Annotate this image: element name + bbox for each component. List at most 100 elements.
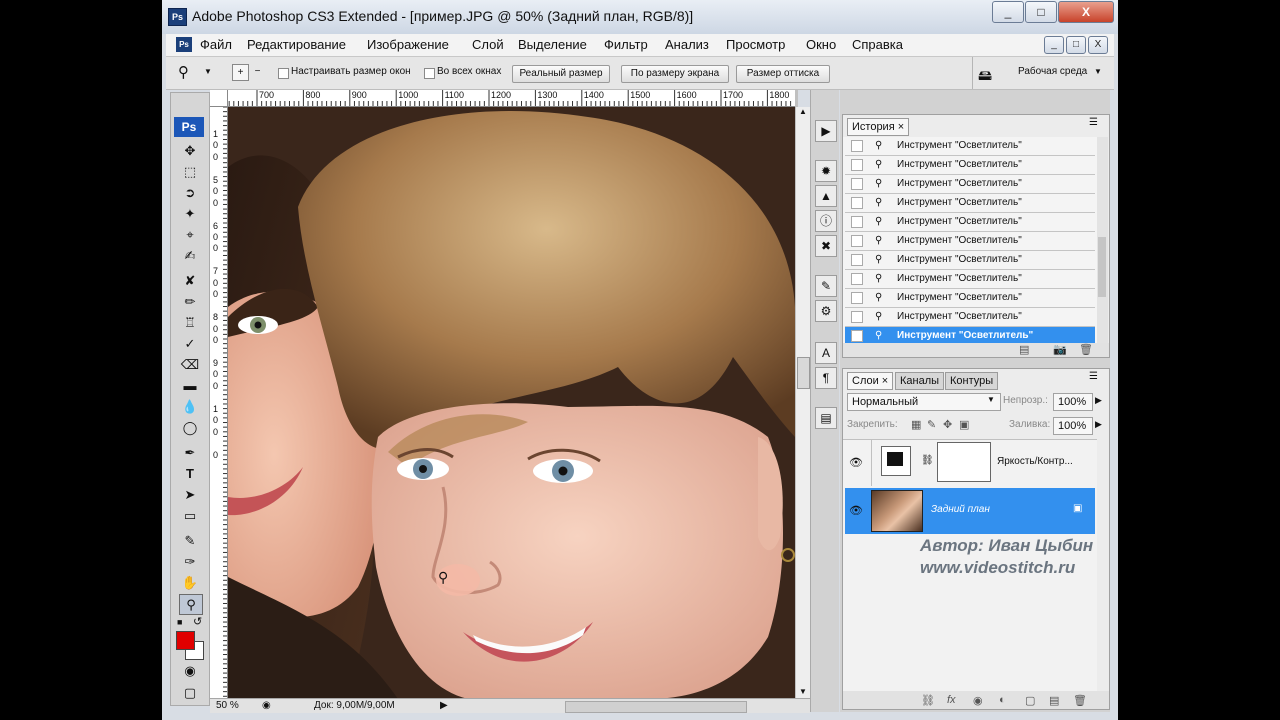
new-document-from-state-icon[interactable]: ▤ — [1019, 343, 1029, 356]
paragraph-panel-icon[interactable]: ¶ — [815, 367, 837, 389]
layer-style-icon[interactable]: fx — [947, 694, 956, 706]
scroll-up-arrow-icon[interactable]: ▲ — [799, 107, 807, 116]
history-brush-source-checkbox[interactable] — [851, 216, 863, 228]
lock-transparent-icon[interactable]: ▦ — [911, 418, 921, 431]
history-brush-source-checkbox[interactable] — [851, 140, 863, 152]
blend-mode-arrow-icon[interactable]: ▼ — [987, 395, 995, 404]
workspace-icon[interactable]: 🖴 — [978, 65, 992, 89]
history-panel-menu-icon[interactable]: ☰ — [1089, 117, 1098, 128]
healing-brush-tool-icon[interactable]: ✘ — [179, 271, 201, 290]
zoom-out-icon[interactable]: − — [250, 64, 265, 79]
horizontal-scroll-thumb[interactable] — [565, 701, 747, 713]
layer-row-brightness-contrast[interactable]: 👁 ⛓ Яркость/Контр... — [845, 440, 1095, 486]
notes-tool-icon[interactable]: ✎ — [179, 531, 201, 550]
layers-panel-menu-icon[interactable]: ☰ — [1089, 371, 1098, 382]
history-brush-source-checkbox[interactable] — [851, 273, 863, 285]
ruler-origin[interactable] — [210, 90, 228, 107]
tab-history[interactable]: История × — [847, 118, 910, 136]
brushes-panel-icon[interactable]: ✎ — [815, 275, 837, 297]
shape-tool-icon[interactable]: ▭ — [179, 506, 201, 525]
swap-colors-icon[interactable]: ↺ — [193, 615, 202, 628]
menu-select[interactable]: Выделение — [518, 37, 587, 52]
all-windows-checkbox[interactable] — [424, 68, 435, 79]
status-menu-arrow-icon[interactable]: ▶ — [440, 700, 448, 711]
history-item[interactable]: ⚲ Инструмент "Осветлитель" — [845, 175, 1095, 194]
history-item[interactable]: ⚲ Инструмент "Осветлитель" — [845, 213, 1095, 232]
menu-analysis[interactable]: Анализ — [665, 37, 709, 52]
history-brush-source-checkbox[interactable] — [851, 235, 863, 247]
new-layer-icon[interactable]: ▤ — [1049, 694, 1059, 707]
zoom-in-icon[interactable]: + — [232, 64, 249, 81]
close-button[interactable]: X — [1058, 1, 1114, 23]
fill-input[interactable]: 100% — [1053, 417, 1093, 435]
character-panel-icon[interactable]: A — [815, 342, 837, 364]
resize-windows-checkbox[interactable] — [278, 68, 289, 79]
scroll-down-arrow-icon[interactable]: ▼ — [799, 687, 807, 696]
menu-filter[interactable]: Фильтр — [604, 37, 648, 52]
doc-minimize-button[interactable]: _ — [1044, 36, 1064, 54]
menu-image[interactable]: Изображение — [367, 37, 449, 52]
fit-screen-button[interactable]: По размеру экрана — [621, 65, 729, 83]
history-brush-source-checkbox[interactable] — [851, 178, 863, 190]
quick-mask-icon[interactable]: ◉ — [179, 661, 201, 680]
history-item[interactable]: ⚲ Инструмент "Осветлитель" — [845, 308, 1095, 327]
history-item[interactable]: ⚲ Инструмент "Осветлитель" — [845, 289, 1095, 308]
eyedropper-tool-icon[interactable]: ✑ — [179, 552, 201, 571]
layer-visibility-eye-icon[interactable]: 👁 — [849, 456, 863, 469]
history-item[interactable]: ⚲ Инструмент "Осветлитель" — [845, 327, 1095, 343]
dodge-tool-icon[interactable]: ◯ — [179, 418, 201, 437]
tab-channels[interactable]: Каналы — [895, 372, 945, 390]
history-item[interactable]: ⚲ Инструмент "Осветлитель" — [845, 251, 1095, 270]
history-item[interactable]: ⚲ Инструмент "Осветлитель" — [845, 137, 1095, 156]
lock-position-icon[interactable]: ✥ — [943, 418, 952, 431]
type-tool-icon[interactable]: T — [179, 464, 201, 483]
tool-presets-panel-icon[interactable]: ✖ — [815, 235, 837, 257]
tab-paths[interactable]: Контуры — [945, 372, 999, 390]
tab-layers[interactable]: Слои × — [847, 372, 894, 390]
history-brush-source-checkbox[interactable] — [851, 254, 863, 266]
lock-all-icon[interactable]: ▣ — [959, 418, 969, 431]
brush-tool-icon[interactable]: ✏ — [179, 292, 201, 311]
vertical-scrollbar[interactable]: ▲ ▼ — [796, 107, 810, 699]
blend-mode-select[interactable]: Нормальный — [847, 393, 1001, 411]
opacity-input[interactable]: 100% — [1053, 393, 1093, 411]
layer-row-background[interactable]: 👁 Задний план ▣ — [845, 488, 1095, 534]
lock-pixels-icon[interactable]: ✎ — [927, 418, 936, 431]
menu-help[interactable]: Справка — [852, 37, 903, 52]
tool-preset-arrow-icon[interactable]: ▼ — [204, 67, 212, 76]
opacity-arrow-icon[interactable]: ▶ — [1095, 395, 1102, 406]
blur-tool-icon[interactable]: 💧 — [179, 397, 201, 416]
delete-state-icon[interactable]: 🗑 — [1079, 343, 1093, 356]
history-item[interactable]: ⚲ Инструмент "Осветлитель" — [845, 194, 1095, 213]
fill-arrow-icon[interactable]: ▶ — [1095, 419, 1102, 430]
path-selection-tool-icon[interactable]: ➤ — [179, 485, 201, 504]
magic-wand-tool-icon[interactable]: ✦ — [179, 204, 201, 223]
photo-canvas[interactable]: ⚲ — [228, 107, 795, 699]
move-tool-icon[interactable]: ✥ — [179, 141, 201, 160]
minimize-button[interactable]: _ — [992, 1, 1024, 23]
menu-file[interactable]: Файл — [200, 37, 232, 52]
history-brush-source-checkbox[interactable] — [851, 159, 863, 171]
menu-layer[interactable]: Слой — [472, 37, 504, 52]
new-snapshot-icon[interactable]: 📷 — [1053, 343, 1067, 356]
notes-panel-icon[interactable]: ▤ — [815, 407, 837, 429]
default-colors-icon[interactable]: ■ — [177, 617, 182, 627]
ps-menu-icon[interactable]: Ps — [176, 37, 192, 52]
slice-tool-icon[interactable]: ✍ — [179, 246, 201, 265]
workspace-arrow-icon[interactable]: ▼ — [1094, 67, 1102, 76]
history-brush-tool-icon[interactable]: ✓ — [179, 334, 201, 353]
history-brush-source-checkbox[interactable] — [851, 311, 863, 323]
clone-stamp-tool-icon[interactable]: ♖ — [179, 313, 201, 332]
menu-view[interactable]: Просмотр — [726, 37, 785, 52]
status-info-icon[interactable]: ◉ — [262, 700, 271, 711]
print-size-button[interactable]: Размер оттиска — [736, 65, 830, 83]
workspace-menu[interactable]: Рабочая среда — [1018, 66, 1087, 77]
eraser-tool-icon[interactable]: ⌫ — [179, 355, 201, 374]
delete-layer-icon[interactable]: 🗑 — [1073, 694, 1087, 707]
menu-edit[interactable]: Редактирование — [247, 37, 346, 52]
history-item[interactable]: ⚲ Инструмент "Осветлитель" — [845, 156, 1095, 175]
zoom-tool-icon[interactable]: ⚲ — [178, 63, 189, 81]
hand-tool-icon[interactable]: ✋ — [179, 573, 201, 592]
title-bar[interactable]: Ps Adobe Photoshop CS3 Extended - [приме… — [162, 0, 1118, 34]
lasso-tool-icon[interactable]: ➲ — [179, 183, 201, 202]
